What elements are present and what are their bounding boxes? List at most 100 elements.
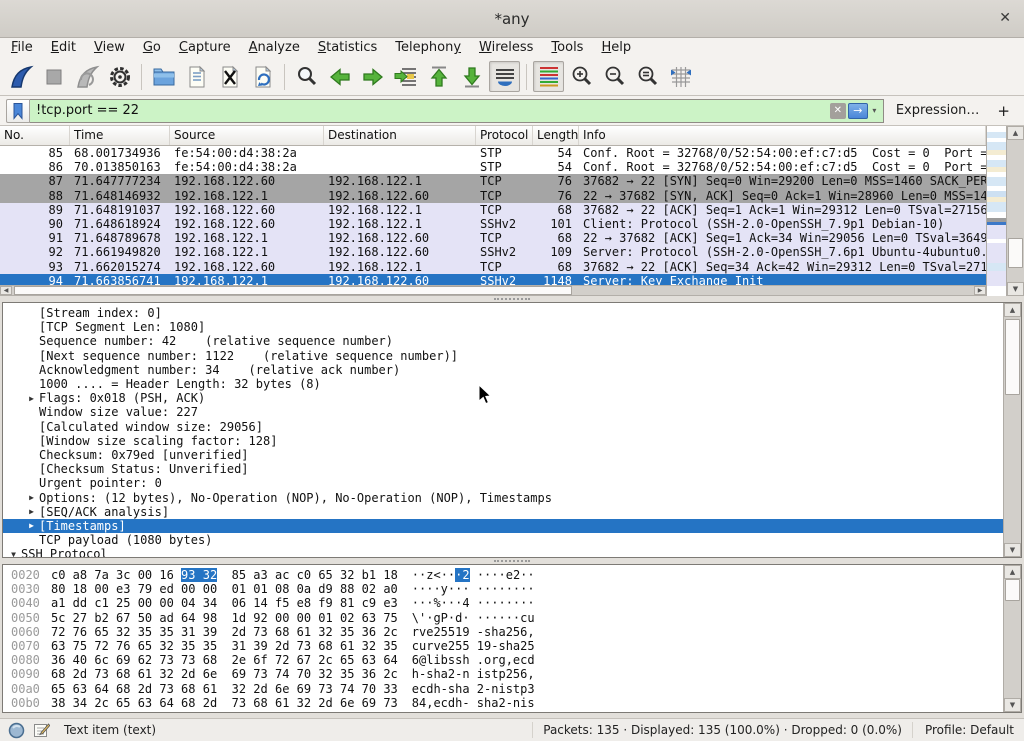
packet-row[interactable]: 93 71.662015274 192.168.122.60 192.168.1… — [0, 260, 986, 274]
zoom-in-magnifier-icon[interactable] — [566, 61, 597, 92]
expander-triangle-icon[interactable]: ▶ — [24, 507, 39, 516]
column-header-info[interactable]: Info — [579, 126, 986, 145]
packet-row[interactable]: 92 71.661949820 192.168.122.1 192.168.12… — [0, 245, 986, 259]
detail-tree-row[interactable]: Acknowledgment number: 34 (relative ack … — [3, 363, 1003, 377]
display-filter-input[interactable] — [30, 99, 884, 123]
hex-row[interactable]: 008036 40 6c 69 62 73 73 68 2e 6f 72 67 … — [3, 653, 1003, 667]
scroll-down-arrow-icon[interactable]: ▼ — [1004, 698, 1021, 712]
packet-row[interactable]: 87 71.647777234 192.168.122.60 192.168.1… — [0, 174, 986, 188]
column-header-protocol[interactable]: Protocol — [476, 126, 533, 145]
scroll-up-arrow-icon[interactable]: ▲ — [1004, 303, 1021, 317]
capture-comment-icon[interactable] — [33, 722, 50, 739]
add-filter-button[interactable]: + — [989, 102, 1018, 120]
packet-row[interactable]: 85 68.001734936 fe:54:00:d4:38:2a STP 54… — [0, 146, 986, 160]
menu-item[interactable]: Capture — [170, 38, 240, 58]
detail-tree-row[interactable]: Sequence number: 42 (relative sequence n… — [3, 334, 1003, 348]
scroll-up-arrow-icon[interactable]: ▲ — [1004, 565, 1021, 579]
scroll-up-arrow-icon[interactable]: ▲ — [1007, 126, 1024, 140]
go-forward-arrow-icon[interactable] — [357, 61, 388, 92]
filter-apply-icon[interactable]: → — [848, 103, 868, 119]
hex-vertical-scrollbar[interactable]: ▲ ▼ — [1003, 565, 1021, 712]
colorize-packets-icon[interactable] — [533, 61, 564, 92]
title-bar[interactable]: *any ✕ — [0, 0, 1024, 38]
column-header-source[interactable]: Source — [170, 126, 324, 145]
column-header-length[interactable]: Length — [533, 126, 579, 145]
menu-item[interactable]: Edit — [42, 38, 85, 58]
expert-info-icon[interactable] — [8, 722, 25, 739]
menu-item[interactable]: Telephony — [386, 38, 470, 58]
hex-row[interactable]: 00505c 27 b2 67 50 ad 64 98 1d 92 00 00 … — [3, 611, 1003, 625]
detail-tree-row[interactable]: 1000 .... = Header Length: 32 bytes (8) — [3, 377, 1003, 391]
close-icon[interactable]: ✕ — [999, 10, 1011, 26]
scroll-thumb[interactable] — [1005, 319, 1020, 395]
filter-history-chevron-down-icon[interactable]: ▾ — [868, 106, 881, 115]
go-to-last-packet-icon[interactable] — [456, 61, 487, 92]
zoom-original-magnifier-icon[interactable] — [632, 61, 663, 92]
reload-file-doc-icon[interactable] — [247, 61, 278, 92]
menu-item[interactable]: Tools — [542, 38, 592, 58]
capture-options-gear-icon[interactable] — [104, 61, 135, 92]
scroll-left-arrow-icon[interactable]: ◀ — [0, 286, 12, 295]
detail-tree-row[interactable]: [TCP Segment Len: 1080] — [3, 320, 1003, 334]
detail-tree-row[interactable]: [Calculated window size: 29056] — [3, 420, 1003, 434]
resize-columns-icon[interactable] — [665, 61, 696, 92]
detail-tree-row[interactable]: TCP payload (1080 bytes) — [3, 533, 1003, 547]
hex-row[interactable]: 009068 2d 73 68 61 32 2d 6e 69 73 74 70 … — [3, 667, 1003, 681]
packet-row[interactable]: 91 71.648789678 192.168.122.1 192.168.12… — [0, 231, 986, 245]
detail-tree-row[interactable]: ▶ Flags: 0x018 (PSH, ACK) — [3, 391, 1003, 405]
filter-bookmark-icon[interactable] — [6, 99, 30, 123]
menu-item[interactable]: Statistics — [309, 38, 386, 58]
hex-row[interactable]: 0020c0 a8 7a 3c 00 16 93 32 85 a3 ac c0 … — [3, 568, 1003, 582]
menu-item[interactable]: Wireless — [470, 38, 542, 58]
packet-list-horizontal-scrollbar[interactable]: ◀ ▶ — [0, 285, 986, 295]
zoom-out-magnifier-icon[interactable] — [599, 61, 630, 92]
hex-row[interactable]: 006072 76 65 32 35 35 31 39 2d 73 68 61 … — [3, 625, 1003, 639]
hex-row[interactable]: 003080 18 00 e3 79 ed 00 00 01 01 08 0a … — [3, 582, 1003, 596]
detail-tree-row[interactable]: [Next sequence number: 1122 (relative se… — [3, 349, 1003, 363]
profile-text[interactable]: Profile: Default — [912, 722, 1024, 738]
start-capture-icon[interactable] — [5, 61, 36, 92]
expander-triangle-icon[interactable]: ▶ — [24, 394, 39, 403]
scroll-thumb[interactable] — [14, 286, 572, 295]
close-file-doc-icon[interactable] — [214, 61, 245, 92]
packet-row[interactable]: 89 71.648191037 192.168.122.60 192.168.1… — [0, 203, 986, 217]
scroll-trough[interactable] — [12, 286, 974, 295]
expander-triangle-icon[interactable]: ▼ — [6, 550, 21, 557]
menu-item[interactable]: Analyze — [240, 38, 309, 58]
filter-clear-icon[interactable]: ✕ — [830, 103, 846, 119]
menu-item[interactable]: View — [85, 38, 134, 58]
scroll-trough[interactable] — [1004, 317, 1021, 543]
column-header-destination[interactable]: Destination — [324, 126, 476, 145]
packet-list-vertical-scrollbar[interactable]: ▲ ▼ — [1006, 126, 1024, 296]
detail-tree-row[interactable]: Urgent pointer: 0 — [3, 476, 1003, 490]
packet-row[interactable]: 86 70.013850163 fe:54:00:d4:38:2a STP 54… — [0, 160, 986, 174]
column-header-no[interactable]: No. — [0, 126, 70, 145]
detail-tree-row[interactable]: Checksum: 0x79ed [unverified] — [3, 448, 1003, 462]
detail-tree-row[interactable]: ▶ Options: (12 bytes), No-Operation (NOP… — [3, 490, 1003, 504]
hex-row[interactable]: 0040a1 dd c1 25 00 00 04 34 06 14 f5 e8 … — [3, 596, 1003, 610]
packet-row[interactable]: 90 71.648618924 192.168.122.60 192.168.1… — [0, 217, 986, 231]
detail-tree-row[interactable]: [Window size scaling factor: 128] — [3, 434, 1003, 448]
hex-row[interactable]: 00a065 63 64 68 2d 73 68 61 32 2d 6e 69 … — [3, 682, 1003, 696]
hex-row[interactable]: 007063 75 72 76 65 32 35 35 31 39 2d 73 … — [3, 639, 1003, 653]
go-to-first-packet-icon[interactable] — [423, 61, 454, 92]
detail-tree-row[interactable]: [Stream index: 0] — [3, 306, 1003, 320]
detail-tree-row[interactable]: ▼ SSH Protocol — [3, 547, 1003, 557]
detail-tree-row[interactable]: [Checksum Status: Unverified] — [3, 462, 1003, 476]
auto-scroll-icon[interactable] — [489, 61, 520, 92]
detail-tree-row[interactable]: ▶ [SEQ/ACK analysis] — [3, 505, 1003, 519]
detail-tree-row[interactable]: ▶ [Timestamps] — [3, 519, 1003, 533]
scroll-right-arrow-icon[interactable]: ▶ — [974, 286, 986, 295]
menu-item[interactable]: Help — [592, 38, 640, 58]
scroll-trough[interactable] — [1004, 579, 1021, 698]
scroll-trough[interactable] — [1007, 140, 1024, 282]
scroll-thumb[interactable] — [1008, 238, 1023, 268]
restart-capture-icon[interactable] — [71, 61, 102, 92]
detail-tree-row[interactable]: Window size value: 227 — [3, 405, 1003, 419]
go-back-arrow-icon[interactable] — [324, 61, 355, 92]
open-file-folder-icon[interactable] — [148, 61, 179, 92]
expression-button[interactable]: Expression… — [884, 103, 990, 118]
hex-row[interactable]: 00b038 34 2c 65 63 64 68 2d 73 68 61 32 … — [3, 696, 1003, 710]
menu-item[interactable]: File — [2, 38, 42, 58]
scroll-down-arrow-icon[interactable]: ▼ — [1007, 282, 1024, 296]
